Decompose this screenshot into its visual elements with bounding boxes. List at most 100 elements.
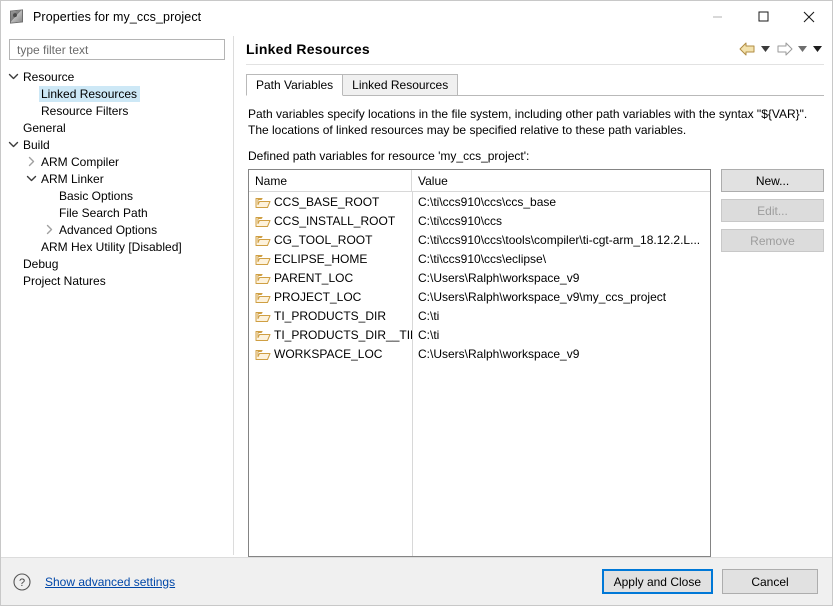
cell-value: C:\ti\ccs910\ccs	[418, 213, 503, 228]
path-variable-name: WORKSPACE_LOC	[274, 346, 383, 361]
folder-icon	[255, 216, 271, 227]
tree-item-debug[interactable]: Debug	[1, 255, 231, 272]
table-action-buttons: New... Edit... Remove	[721, 169, 824, 557]
tree-item-build[interactable]: Build	[1, 136, 231, 153]
chevron-down-icon[interactable]	[5, 137, 21, 153]
tree-item-linked-resources[interactable]: Linked Resources	[1, 85, 231, 102]
tree-item-label: Build	[23, 137, 50, 152]
tree-item-basic-options[interactable]: Basic Options	[1, 187, 231, 204]
apply-and-close-button[interactable]: Apply and Close	[601, 569, 713, 594]
path-variable-name: CCS_BASE_ROOT	[274, 194, 380, 209]
column-header-name[interactable]: Name	[249, 170, 412, 191]
tab-panel-path-variables: Path variables specify locations in the …	[246, 96, 832, 557]
cell-value: C:\ti	[418, 308, 440, 323]
edit-button[interactable]: Edit...	[721, 199, 824, 222]
cancel-button[interactable]: Cancel	[722, 569, 818, 594]
chevron-down-icon[interactable]	[5, 69, 21, 85]
path-variables-area: Name Value CCS_BASE_ROOT C:\ti\ccs910\ccs…	[248, 169, 824, 557]
tree-item-label: Linked Resources	[39, 85, 141, 102]
folder-icon	[255, 254, 271, 265]
back-arrow-icon[interactable]	[737, 40, 757, 58]
cell-name: TI_PRODUCTS_DIR	[249, 309, 412, 323]
tab-linked-resources[interactable]: Linked Resources	[342, 74, 459, 96]
table-row[interactable]: CG_TOOL_ROOT C:\ti\ccs910\ccs\tools\compi…	[249, 230, 710, 249]
tree-item-project-natures[interactable]: Project Natures	[1, 272, 231, 289]
path-variable-name: ECLIPSE_HOME	[274, 251, 368, 266]
page-header: Linked Resources	[246, 32, 832, 57]
tree-item-arm-linker[interactable]: ARM Linker	[1, 170, 231, 187]
dialog-footer: ? Show advanced settings Apply and Close…	[1, 558, 832, 605]
tree-item-general[interactable]: General	[1, 119, 231, 136]
forward-arrow-icon[interactable]	[774, 40, 794, 58]
chevron-down-icon[interactable]	[23, 171, 39, 187]
description-line-1: Path variables specify locations in the …	[248, 107, 808, 121]
cell-value: C:\ti	[418, 327, 440, 342]
tree-item-file-search-path[interactable]: File Search Path	[1, 204, 231, 221]
filter-box[interactable]	[9, 39, 225, 60]
new-button[interactable]: New...	[721, 169, 824, 192]
path-variable-name: TI_PRODUCTS_DIR__TIREX	[274, 327, 412, 342]
cell-name: WORKSPACE_LOC	[249, 347, 412, 361]
folder-icon	[255, 235, 271, 246]
settings-sidebar: ResourceLinked ResourcesResource Filters…	[1, 32, 233, 557]
folder-icon	[255, 330, 271, 341]
tab-path-variables[interactable]: Path Variables	[246, 74, 344, 96]
table-row[interactable]: CCS_BASE_ROOT C:\ti\ccs910\ccs\ccs_base	[249, 192, 710, 211]
path-variable-name: PARENT_LOC	[274, 270, 354, 285]
show-advanced-settings-link[interactable]: Show advanced settings	[45, 575, 175, 589]
cell-name: TI_PRODUCTS_DIR__TIREX	[249, 328, 412, 342]
app-cube-icon	[8, 8, 26, 26]
table-row[interactable]: WORKSPACE_LOC C:\Users\Ralph\workspace_v9	[249, 344, 710, 363]
description-line-2: The locations of linked resources may be…	[248, 123, 687, 137]
tree-item-label: Resource Filters	[41, 103, 129, 118]
title-bar: Properties for my_ccs_project	[1, 1, 832, 32]
page-title: Linked Resources	[246, 41, 370, 57]
table-row[interactable]: ECLIPSE_HOME C:\ti\ccs910\ccs\eclipse\	[249, 249, 710, 268]
tree-item-resource-filters[interactable]: Resource Filters	[1, 102, 231, 119]
column-header-value[interactable]: Value	[412, 170, 710, 191]
cell-value: C:\ti\ccs910\ccs\eclipse\	[418, 251, 547, 266]
tab-label: Linked Resources	[352, 78, 449, 92]
cell-value: C:\ti\ccs910\ccs\tools\compiler\ti-cgt-a…	[418, 232, 701, 247]
tree-item-arm-compiler[interactable]: ARM Compiler	[1, 153, 231, 170]
path-variable-name: PROJECT_LOC	[274, 289, 362, 304]
cell-name: ECLIPSE_HOME	[249, 252, 412, 266]
tree-item-resource[interactable]: Resource	[1, 68, 231, 85]
page-nav-icons	[737, 40, 824, 58]
tree-item-advanced-options[interactable]: Advanced Options	[1, 221, 231, 238]
chevron-right-icon[interactable]	[23, 154, 39, 170]
table-row[interactable]: PROJECT_LOC C:\Users\Ralph\workspace_v9\m…	[249, 287, 710, 306]
maximize-button[interactable]	[740, 1, 786, 32]
tree-item-label: General	[23, 120, 66, 135]
cell-value: C:\Users\Ralph\workspace_v9	[418, 270, 580, 285]
footer-buttons: Apply and Close Cancel	[601, 569, 818, 594]
tree-item-label: Advanced Options	[59, 222, 158, 237]
path-variable-name: TI_PRODUCTS_DIR	[274, 308, 387, 323]
folder-icon	[255, 273, 271, 284]
chevron-right-icon[interactable]	[41, 222, 57, 238]
close-button[interactable]	[786, 1, 832, 32]
help-icon[interactable]: ?	[13, 572, 31, 591]
cell-name: CCS_BASE_ROOT	[249, 195, 412, 209]
window-title: Properties for my_ccs_project	[33, 9, 202, 24]
view-menu-chevron-down-icon[interactable]	[811, 40, 824, 58]
back-history-chevron-down-icon[interactable]	[759, 40, 772, 58]
filter-input[interactable]	[15, 41, 219, 58]
table-row[interactable]: CCS_INSTALL_ROOT C:\ti\ccs910\ccs	[249, 211, 710, 230]
table-row[interactable]: TI_PRODUCTS_DIR__TIREX C:\ti	[249, 325, 710, 344]
forward-history-chevron-down-icon[interactable]	[796, 40, 809, 58]
table-row[interactable]: PARENT_LOC C:\Users\Ralph\workspace_v9	[249, 268, 710, 287]
minimize-button[interactable]	[694, 1, 740, 32]
table-row[interactable]: TI_PRODUCTS_DIR C:\ti	[249, 306, 710, 325]
remove-button[interactable]: Remove	[721, 229, 824, 252]
path-variable-name: CG_TOOL_ROOT	[274, 232, 373, 247]
folder-icon	[255, 349, 271, 360]
table-body: CCS_BASE_ROOT C:\ti\ccs910\ccs\ccs_base CC…	[249, 192, 710, 556]
cell-name: CG_TOOL_ROOT	[249, 233, 412, 247]
tree-item-label: Project Natures	[23, 273, 106, 288]
tree-item-arm-hex-utility-disabled[interactable]: ARM Hex Utility [Disabled]	[1, 238, 231, 255]
title-divider	[246, 64, 824, 65]
tab-label: Path Variables	[256, 78, 334, 92]
properties-dialog: Properties for my_ccs_project ResourceLi…	[0, 0, 833, 606]
settings-page: Linked Resources Path Variables Linked R…	[234, 32, 832, 557]
